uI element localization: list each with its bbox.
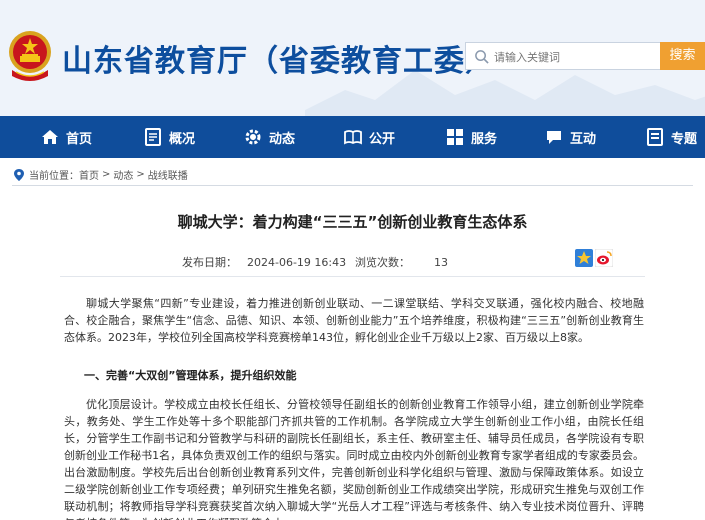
nav-item-home[interactable]: 首页 [40, 116, 92, 158]
location-pin-icon [14, 168, 24, 181]
search-box [465, 42, 660, 70]
article-paragraph: 聊城大学聚焦“四新”专业建设，着力推进创新创业联动、一二课堂联结、学科交叉联通，… [64, 297, 644, 344]
breadcrumb-separator: > [136, 169, 145, 180]
nav-item-overview[interactable]: 概况 [143, 116, 195, 158]
book-icon [344, 130, 362, 145]
national-emblem-icon [9, 31, 51, 81]
site-header: 山东省教育厅（省委教育工委） 搜索 [0, 0, 705, 116]
nav-label: 专题 [671, 131, 698, 147]
grid-icon [447, 129, 463, 145]
chat-icon [547, 131, 561, 144]
publish-date-label: 发布日期： [182, 256, 237, 269]
nav-label: 首页 [66, 131, 93, 147]
search-input[interactable] [494, 47, 654, 67]
divider [60, 276, 645, 277]
home-icon [42, 130, 58, 144]
search-button[interactable]: 搜索 [660, 42, 705, 70]
view-count-value: 13 [434, 256, 448, 269]
divider [12, 185, 693, 186]
gear-icon [245, 129, 261, 145]
nav-label: 动态 [269, 131, 296, 147]
breadcrumb-item-news[interactable]: 动态 [113, 167, 133, 182]
file-list-icon [647, 128, 663, 146]
nav-item-public[interactable]: 公开 [343, 116, 395, 158]
search-icon [475, 50, 489, 64]
qzone-icon[interactable] [575, 249, 593, 267]
nav-item-news[interactable]: 动态 [243, 116, 295, 158]
breadcrumb-item-home[interactable]: 首页 [79, 167, 99, 182]
site-title[interactable]: 山东省教育厅（省委教育工委） [62, 36, 496, 80]
nav-label: 概况 [169, 131, 196, 147]
article-paragraph: 优化顶层设计。学校成立由校长任组长、分管校领导任副组长的创新创业教育工作领导小组… [64, 398, 644, 520]
article-title: 聊城大学：着力构建“三三五”创新创业教育生态体系 [177, 213, 528, 231]
nav-item-topics[interactable]: 专题 [645, 116, 697, 158]
nav-label: 互动 [570, 131, 597, 147]
breadcrumb-item-frontline[interactable]: 战线联播 [148, 167, 188, 182]
section-heading: 一、完善“大双创”管理体系，提升组织效能 [84, 369, 297, 382]
nav-label: 服务 [471, 131, 498, 147]
nav-item-interaction[interactable]: 互动 [544, 116, 596, 158]
nav-item-service[interactable]: 服务 [445, 116, 497, 158]
view-count: 浏览次数： 13 [355, 254, 448, 270]
view-count-label: 浏览次数： [355, 256, 410, 269]
main-nav: 首页 概况 动态 公开 服务 互动 专题 [0, 116, 705, 158]
breadcrumb-separator: > [102, 169, 111, 180]
nav-label: 公开 [369, 131, 396, 147]
publish-date-value: 2024-06-19 16:43 [247, 256, 347, 269]
publish-date: 发布日期： 2024-06-19 16:43 [182, 254, 346, 270]
document-icon [145, 128, 161, 146]
weibo-icon[interactable] [595, 249, 613, 267]
breadcrumb: 当前位置： 首页 > 动态 > 战线联播 [14, 167, 188, 182]
breadcrumb-prefix: 当前位置： [29, 171, 79, 182]
